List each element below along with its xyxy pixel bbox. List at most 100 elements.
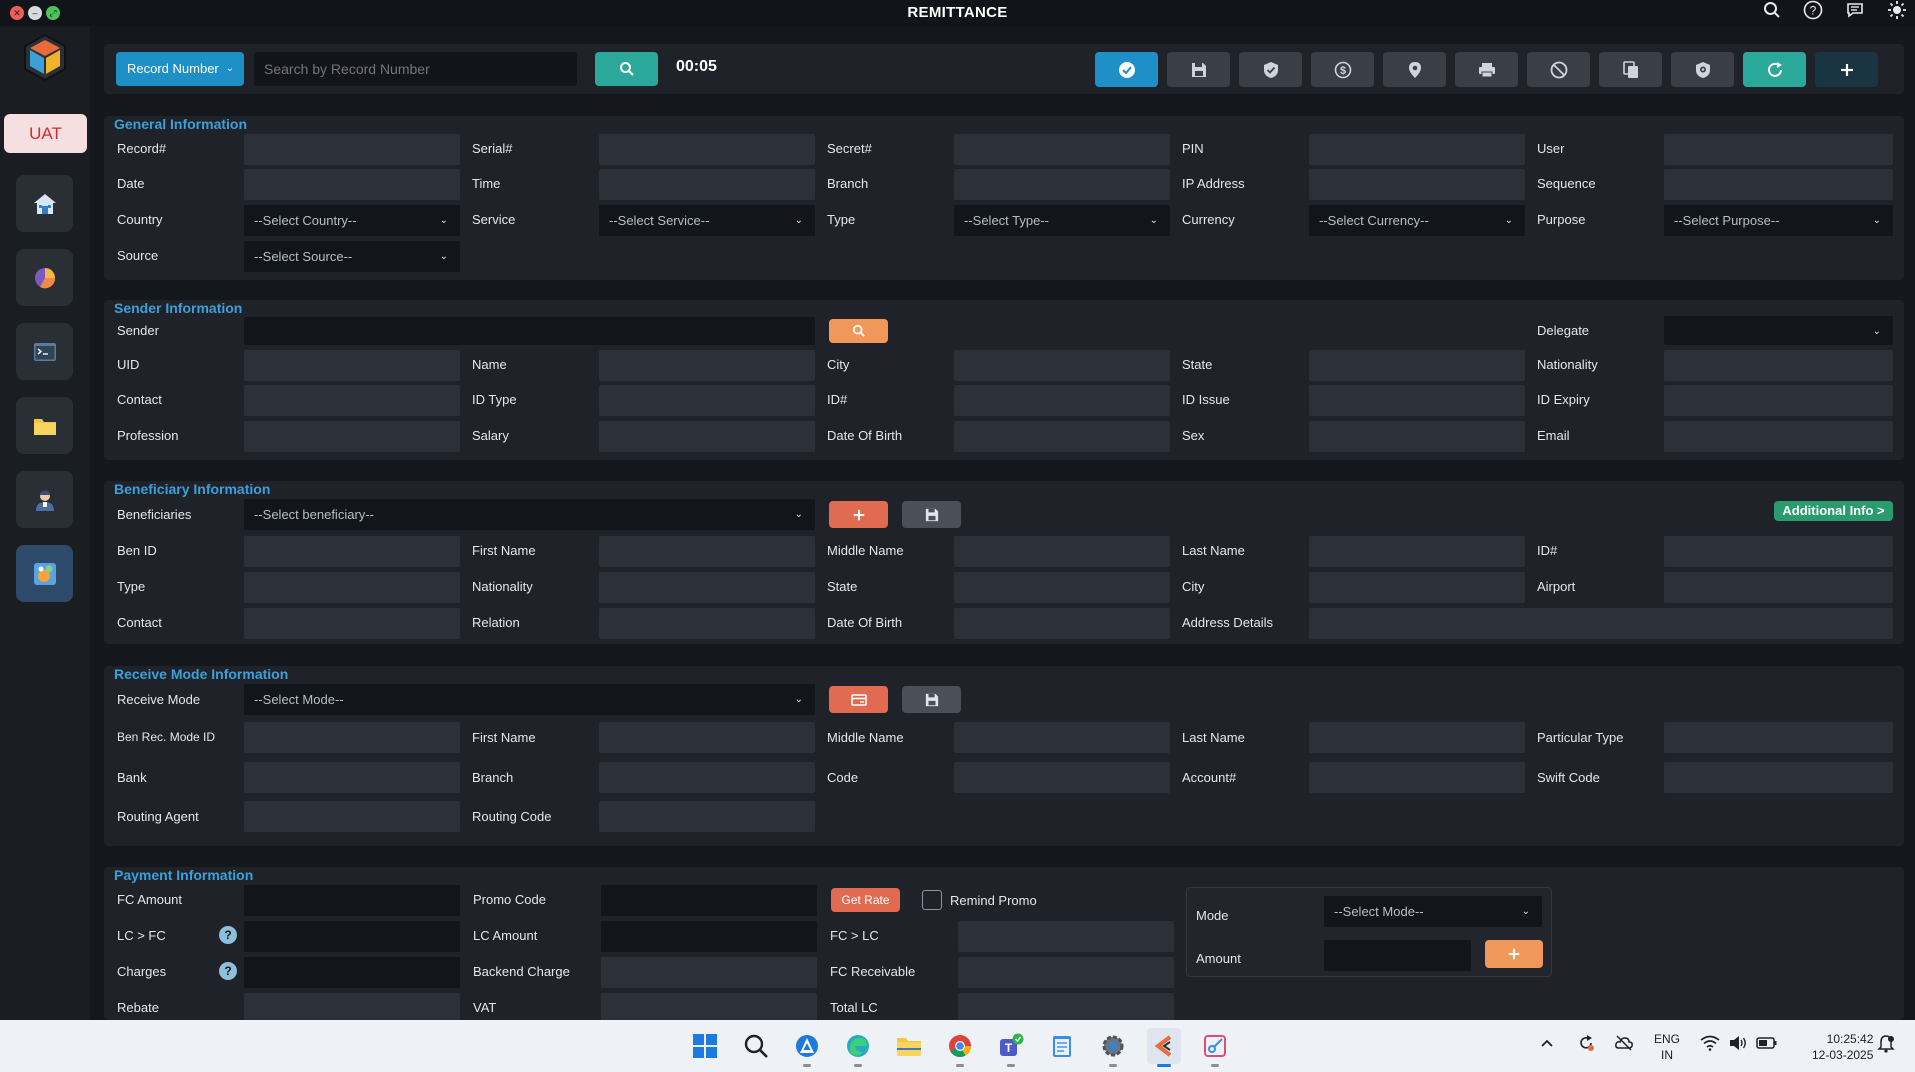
help-icon[interactable]: ? [219,926,237,944]
start-button[interactable] [688,1028,722,1064]
fc-receivable-field[interactable] [958,957,1174,988]
service-select[interactable]: --Select Service-- ⌄ [599,205,815,236]
currency-select[interactable]: --Select Currency-- ⌄ [1309,205,1525,236]
profession-field[interactable] [244,421,460,452]
backend-charge-field[interactable] [601,957,817,988]
approve-button[interactable] [1095,52,1158,87]
sidebar-item-analytics[interactable] [16,545,73,602]
rebate-field[interactable] [244,993,460,1020]
charges-field[interactable] [244,957,460,988]
amount-field[interactable] [1324,940,1471,971]
refresh-button[interactable] [1743,52,1806,87]
id-issue-field[interactable] [1309,385,1525,416]
taskbar-store[interactable] [790,1028,824,1067]
help-icon[interactable]: ? [1803,0,1823,25]
taskbar-edge[interactable] [841,1028,875,1067]
taskbar-chrome[interactable] [943,1028,977,1067]
middle-name-field[interactable] [954,536,1170,567]
fc-amount-field[interactable] [244,885,460,916]
id-type-field[interactable] [599,385,815,416]
pin-field[interactable] [1309,134,1525,165]
sidebar-item-user[interactable] [16,471,73,528]
sidebar-item-folder[interactable] [16,397,73,454]
particular-type-field[interactable] [1664,722,1893,753]
source-select[interactable]: --Select Source-- ⌄ [244,241,460,272]
country-select[interactable]: --Select Country-- ⌄ [244,205,460,236]
address-field[interactable] [1309,608,1893,639]
remind-promo-checkbox[interactable] [922,890,942,910]
uid-field[interactable] [244,350,460,381]
battery-icon[interactable] [1756,1036,1778,1055]
bank-field[interactable] [244,762,460,793]
save-receive-mode-button[interactable] [902,686,961,713]
cloud-off-icon[interactable] [1614,1034,1634,1057]
ben-id-number-field[interactable] [1664,536,1893,567]
ben-type-field[interactable] [244,572,460,603]
name-field[interactable] [599,350,815,381]
email-field[interactable] [1664,421,1893,452]
routing-code-field[interactable] [599,801,815,832]
ben-rec-mode-field[interactable] [244,722,460,753]
swift-code-field[interactable] [1664,762,1893,793]
record-field[interactable] [244,134,460,165]
sex-field[interactable] [1309,421,1525,452]
sequence-field[interactable] [1664,169,1893,200]
taskbar-notepad[interactable] [1045,1028,1079,1064]
help-icon[interactable]: ? [219,962,237,980]
search-button[interactable] [595,52,658,86]
search-input[interactable] [254,52,577,86]
cancel-button[interactable] [1527,52,1590,87]
get-rate-button[interactable]: Get Rate [831,888,900,912]
add-payment-button[interactable] [1485,940,1543,968]
type-select[interactable]: --Select Type-- ⌄ [954,205,1170,236]
user-field[interactable] [1664,134,1893,165]
volume-icon[interactable] [1728,1035,1748,1056]
verify-button[interactable] [1239,52,1302,87]
relation-field[interactable] [599,608,815,639]
rec-last-name-field[interactable] [1309,722,1525,753]
sync-icon[interactable] [1576,1033,1596,1058]
sender-search-button[interactable] [829,319,888,343]
dob-field[interactable] [954,421,1170,452]
chevron-up-icon[interactable] [1540,1035,1554,1053]
lc-fc-field[interactable] [244,921,460,952]
ip-field[interactable] [1309,169,1525,200]
taskbar-explorer[interactable] [892,1028,926,1064]
purpose-select[interactable]: --Select Purpose-- ⌄ [1664,205,1893,236]
total-lc-field[interactable] [958,993,1174,1020]
wifi-icon[interactable] [1700,1035,1720,1056]
branch-field[interactable] [954,169,1170,200]
ben-dob-field[interactable] [954,608,1170,639]
chat-icon[interactable] [1845,0,1865,25]
routing-agent-field[interactable] [244,801,460,832]
new-button[interactable] [1815,52,1878,87]
additional-info-button[interactable]: Additional Info > [1774,501,1893,521]
beneficiary-select[interactable]: --Select beneficiary-- ⌄ [244,499,815,530]
vat-field[interactable] [601,993,817,1020]
add-receive-mode-button[interactable] [829,686,888,713]
ben-id-field[interactable] [244,536,460,567]
rec-middle-name-field[interactable] [954,722,1170,753]
brightness-icon[interactable] [1887,0,1907,25]
copy-button[interactable] [1599,52,1662,87]
lc-amount-field[interactable] [601,921,817,952]
taskbar-snip[interactable] [1198,1028,1232,1067]
rec-first-name-field[interactable] [599,722,815,753]
ben-city-field[interactable] [1309,572,1525,603]
first-name-field[interactable] [599,536,815,567]
sidebar-item-terminal[interactable] [16,323,73,380]
last-name-field[interactable] [1309,536,1525,567]
secure-button[interactable] [1671,52,1734,87]
nationality-field[interactable] [1664,350,1893,381]
sender-field[interactable] [244,317,815,345]
delegate-select[interactable]: ⌄ [1664,316,1893,345]
save-beneficiary-button[interactable] [902,501,961,528]
id-expiry-field[interactable] [1664,385,1893,416]
add-beneficiary-button[interactable] [829,501,888,528]
airport-field[interactable] [1664,572,1893,603]
salary-field[interactable] [599,421,815,452]
ben-state-field[interactable] [954,572,1170,603]
time-field[interactable] [599,169,815,200]
notification-icon[interactable] [1876,1034,1896,1059]
pay-mode-select[interactable]: --Select Mode-- ⌄ [1324,896,1542,927]
